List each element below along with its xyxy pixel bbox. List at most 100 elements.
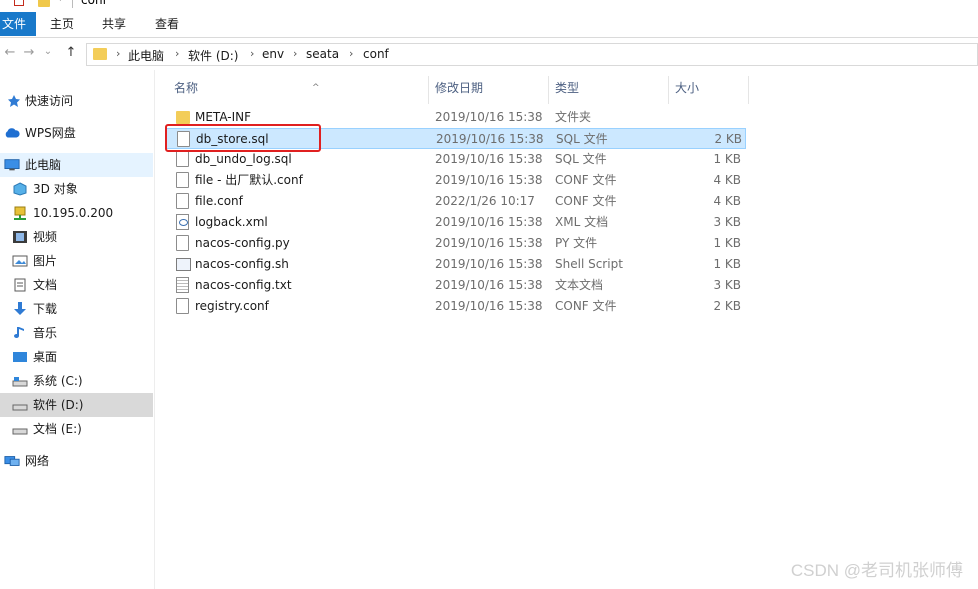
sidebar-item-label: 文档 bbox=[33, 278, 58, 292]
tab-share[interactable]: 共享 bbox=[94, 12, 134, 36]
file-icon bbox=[176, 172, 189, 188]
sidebar-item-label: 此电脑 bbox=[25, 158, 62, 172]
file-size: 1 KB bbox=[713, 236, 741, 250]
network-drive-icon bbox=[14, 206, 26, 220]
sidebar-item-desktop[interactable]: 桌面 bbox=[0, 345, 153, 369]
column-header-name[interactable]: 名称 ^ bbox=[174, 76, 426, 110]
sidebar-item-label: 3D 对象 bbox=[33, 182, 78, 196]
file-icon bbox=[176, 235, 189, 251]
breadcrumb-seata[interactable]: seata bbox=[306, 47, 339, 61]
file-date: 2019/10/16 15:38 bbox=[435, 152, 543, 166]
file-size: 1 KB bbox=[713, 152, 741, 166]
sidebar-item-label: 系统 (C:) bbox=[33, 374, 83, 388]
ribbon: 文件 主页 共享 查看 bbox=[0, 10, 978, 38]
file-type: 文件夹 bbox=[555, 110, 592, 124]
sidebar-item-drive-d[interactable]: 软件 (D:) bbox=[0, 393, 153, 417]
forward-button[interactable]: → bbox=[21, 45, 37, 63]
sidebar-item-wps-cloud[interactable]: WPS网盘 bbox=[0, 121, 153, 145]
file-name: nacos-config.py bbox=[195, 236, 290, 250]
highlight-annotation-box bbox=[165, 124, 321, 152]
sidebar-item-label: 图片 bbox=[33, 254, 58, 268]
sidebar-item-network-drive[interactable]: 10.195.0.200 bbox=[0, 201, 153, 225]
cloud-icon bbox=[5, 128, 20, 138]
breadcrumb-this-pc[interactable]: 此电脑 bbox=[128, 47, 164, 64]
file-name: logback.xml bbox=[195, 215, 268, 229]
tab-home[interactable]: 主页 bbox=[42, 12, 82, 36]
file-row[interactable]: nacos-config.py 2019/10/16 15:38 PY 文件 1… bbox=[166, 233, 746, 254]
properties-icon[interactable] bbox=[14, 0, 24, 6]
file-size: 3 KB bbox=[713, 278, 741, 292]
xml-file-icon bbox=[176, 214, 189, 230]
file-row[interactable]: registry.conf 2019/10/16 15:38 CONF 文件 2… bbox=[166, 296, 746, 317]
breadcrumb-separator[interactable]: › bbox=[250, 47, 254, 60]
file-date: 2019/10/16 15:38 bbox=[435, 299, 543, 313]
file-type: 文本文档 bbox=[555, 278, 604, 292]
sidebar-item-network[interactable]: 网络 bbox=[0, 449, 153, 473]
column-header-type[interactable]: 类型 bbox=[555, 76, 667, 110]
title-separator bbox=[72, 0, 73, 8]
navigation-bar: ← → ⌄ ↑ › 此电脑 › 软件 (D:) › env › seata › … bbox=[0, 39, 978, 70]
file-icon bbox=[176, 298, 189, 314]
sidebar-item-downloads[interactable]: 下载 bbox=[0, 297, 153, 321]
breadcrumb-separator[interactable]: › bbox=[116, 47, 120, 60]
file-type: XML 文档 bbox=[555, 215, 609, 229]
file-name: file - 出厂默认.conf bbox=[195, 173, 303, 187]
sidebar-item-music[interactable]: 音乐 bbox=[0, 321, 153, 345]
new-folder-icon[interactable] bbox=[38, 0, 50, 7]
breadcrumb-separator[interactable]: › bbox=[175, 47, 179, 60]
file-size: 3 KB bbox=[713, 215, 741, 229]
sidebar-item-documents[interactable]: 文档 bbox=[0, 273, 153, 297]
file-row[interactable]: nacos-config.txt 2019/10/16 15:38 文本文档 3… bbox=[166, 275, 746, 296]
column-divider[interactable] bbox=[428, 76, 429, 104]
file-row[interactable]: file - 出厂默认.conf 2019/10/16 15:38 CONF 文… bbox=[166, 170, 746, 191]
picture-icon bbox=[12, 255, 28, 267]
file-date: 2019/10/16 15:38 bbox=[435, 278, 543, 292]
column-divider[interactable] bbox=[668, 76, 669, 104]
breadcrumb-separator[interactable]: › bbox=[349, 47, 353, 60]
file-type: SQL 文件 bbox=[556, 132, 608, 146]
file-date: 2019/10/16 15:38 bbox=[435, 215, 543, 229]
file-row[interactable]: file.conf 2022/1/26 10:17 CONF 文件 4 KB bbox=[166, 191, 746, 212]
file-date: 2019/10/16 15:38 bbox=[435, 173, 543, 187]
breadcrumb-drive-d[interactable]: 软件 (D:) bbox=[188, 47, 238, 64]
file-name: file.conf bbox=[195, 194, 243, 208]
file-size: 2 KB bbox=[713, 299, 741, 313]
file-size: 4 KB bbox=[713, 194, 741, 208]
document-icon bbox=[14, 278, 26, 292]
file-size: 1 KB bbox=[713, 257, 741, 271]
folder-icon bbox=[176, 111, 190, 124]
breadcrumb-separator[interactable]: › bbox=[293, 47, 297, 60]
sidebar-item-pictures[interactable]: 图片 bbox=[0, 249, 153, 273]
tab-view[interactable]: 查看 bbox=[147, 12, 187, 36]
file-row[interactable]: db_undo_log.sql 2019/10/16 15:38 SQL 文件 … bbox=[166, 149, 746, 170]
file-date: 2019/10/16 15:38 bbox=[436, 132, 544, 146]
quick-access-dropdown-icon[interactable]: ▾ bbox=[58, 0, 63, 4]
tab-file[interactable]: 文件 bbox=[0, 12, 37, 36]
sidebar-item-drive-c[interactable]: 系统 (C:) bbox=[0, 369, 153, 393]
file-date: 2022/1/26 10:17 bbox=[435, 194, 535, 208]
sidebar-item-videos[interactable]: 视频 bbox=[0, 225, 153, 249]
sidebar-item-drive-e[interactable]: 文档 (E:) bbox=[0, 417, 153, 441]
file-icon bbox=[176, 193, 189, 209]
recent-locations-icon[interactable]: ⌄ bbox=[40, 46, 56, 64]
sidebar-item-label: 音乐 bbox=[33, 326, 58, 340]
sidebar-item-3d-objects[interactable]: 3D 对象 bbox=[0, 177, 153, 201]
sidebar-item-quick-access[interactable]: 快速访问 bbox=[0, 89, 153, 113]
download-icon bbox=[14, 302, 26, 315]
file-row[interactable]: nacos-config.sh 2019/10/16 15:38 Shell S… bbox=[166, 254, 746, 275]
column-divider[interactable] bbox=[748, 76, 749, 104]
sidebar-item-this-pc[interactable]: 此电脑 bbox=[0, 153, 153, 177]
file-name: nacos-config.sh bbox=[195, 257, 289, 271]
column-header-label: 名称 bbox=[174, 81, 199, 95]
desktop-icon bbox=[13, 352, 27, 362]
back-button[interactable]: ← bbox=[2, 45, 18, 63]
file-row[interactable]: logback.xml 2019/10/16 15:38 XML 文档 3 KB bbox=[166, 212, 746, 233]
breadcrumb-env[interactable]: env bbox=[262, 47, 284, 61]
column-header-size[interactable]: 大小 bbox=[675, 76, 745, 110]
breadcrumb-conf[interactable]: conf bbox=[363, 47, 389, 61]
column-header-date[interactable]: 修改日期 bbox=[435, 76, 547, 110]
column-divider[interactable] bbox=[548, 76, 549, 104]
address-bar[interactable]: › 此电脑 › 软件 (D:) › env › seata › conf bbox=[86, 43, 978, 66]
up-button[interactable]: ↑ bbox=[63, 45, 79, 63]
music-icon bbox=[14, 327, 24, 338]
